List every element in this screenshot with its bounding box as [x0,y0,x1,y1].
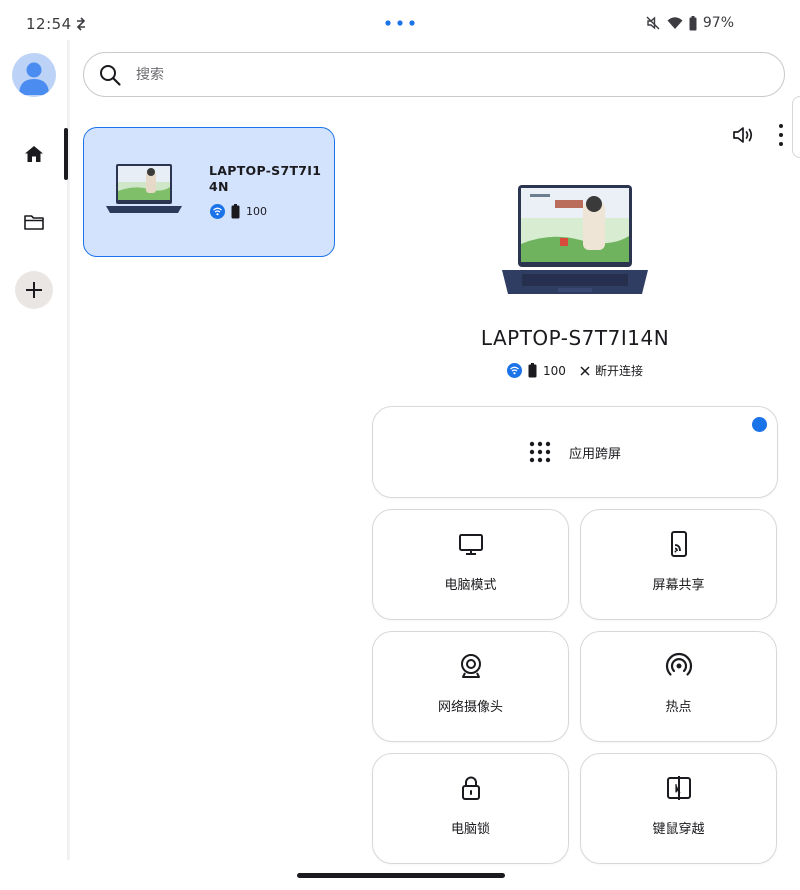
hotspot-tile[interactable]: 热点 [580,631,777,742]
grid-dots-icon [529,441,551,463]
more-dot [779,124,783,128]
app-relay-label: 应用跨屏 [568,446,621,462]
person-icon [19,62,49,95]
gesture-home-bar[interactable] [297,873,505,878]
sidebar-item-files[interactable] [20,208,48,236]
webcam-label: 网络摄像头 [437,700,503,715]
hotspot-label: 热点 [665,700,692,715]
more-dot [779,142,783,146]
keyboard-mouse-tile[interactable]: 键鼠穿越 [580,753,777,864]
disconnect-label: 断开连接 [594,364,643,378]
sidebar-item-home[interactable] [20,140,48,168]
lock-icon [461,776,480,800]
search-input[interactable] [136,63,736,87]
plus-icon [26,282,42,298]
wifi-icon [667,17,683,29]
disconnect-button[interactable]: 断开连接 [580,362,643,379]
monitor-icon [458,534,483,555]
search-bar[interactable] [83,52,785,97]
screen-share-label: 屏幕共享 [652,578,705,593]
sync-icon [76,17,86,31]
laptop-image [502,185,648,294]
status-time: 12:54 [26,15,72,33]
home-icon [25,146,43,162]
more-options-button[interactable] [773,122,789,148]
battery-icon [528,363,537,378]
webcam-icon [460,654,481,678]
hotspot-icon [665,652,692,676]
pc-lock-tile[interactable]: 电脑锁 [372,753,569,864]
window-dots-icon[interactable] [384,20,416,26]
pc-mode-label: 电脑模式 [444,578,497,593]
volume-icon[interactable] [731,124,757,146]
folder-icon [24,215,44,230]
cast-icon [670,531,687,557]
device-card-battery: 100 [246,205,267,218]
device-card-status: 100 [210,204,267,219]
device-card[interactable]: LAPTOP-S7T7I14N 100 [83,127,335,257]
edge-panel-handle[interactable] [792,96,800,158]
webcam-tile[interactable]: 网络摄像头 [372,631,569,742]
battery-icon [689,15,697,30]
nav-selected-indicator [64,128,68,180]
laptop-thumbnail [106,164,182,213]
more-dot [779,133,783,137]
status-indicators: 97% [645,15,734,31]
screen-share-tile[interactable]: 屏幕共享 [580,509,777,620]
close-icon [580,365,590,376]
battery-percent: 97% [702,15,734,31]
pc-lock-label: 电脑锁 [450,822,490,837]
user-avatar[interactable] [12,53,56,97]
app-relay-tile[interactable]: 应用跨屏 [372,406,778,498]
wifi-icon [210,204,225,219]
cross-device-icon [666,776,691,800]
add-device-button[interactable] [15,271,53,309]
device-status-row: 100 断开连接 [375,362,775,379]
device-card-name: LAPTOP-S7T7I14N [209,163,322,194]
device-battery: 100 [543,363,566,378]
wifi-icon [507,363,523,378]
keyboard-mouse-label: 键鼠穿越 [652,822,705,837]
pc-mode-tile[interactable]: 电脑模式 [372,509,569,620]
mute-icon [646,16,660,30]
new-badge [752,417,767,432]
device-name: LAPTOP-S7T7I14N [480,326,670,350]
search-icon [100,65,121,86]
battery-icon [231,204,240,219]
